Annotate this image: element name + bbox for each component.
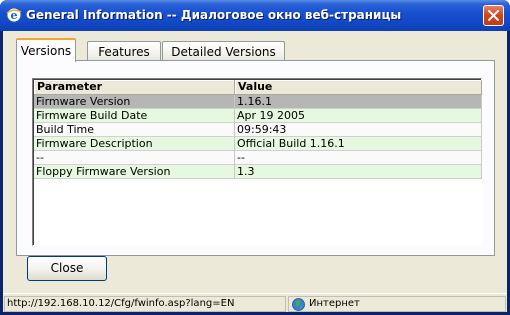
table-header: Parameter Value (34, 80, 482, 95)
cell-value: Apr 19 2005 (235, 109, 482, 123)
table-row[interactable]: Floppy Firmware Version 1.3 (34, 165, 482, 179)
table-body: Firmware Version 1.16.1 Firmware Build D… (34, 95, 482, 179)
versions-table[interactable]: Parameter Value Firmware Version 1.16.1 … (32, 78, 482, 246)
title-bar[interactable]: e General Information -- Диалоговое окно… (0, 0, 510, 31)
tab-label: Features (98, 45, 150, 59)
tab-label: Detailed Versions (171, 45, 276, 59)
cell-parameter: Firmware Description (34, 137, 235, 151)
ie-icon: e (6, 7, 22, 23)
cell-parameter: Firmware Version (34, 95, 235, 109)
close-button[interactable]: Close (27, 256, 107, 281)
tab-versions[interactable]: Versions (16, 38, 76, 62)
table-row[interactable]: Firmware Version 1.16.1 (34, 95, 482, 109)
window-close-button[interactable] (483, 5, 504, 26)
tab-features[interactable]: Features (87, 41, 161, 61)
cell-value: 1.16.1 (235, 95, 482, 109)
dialog-window: e General Information -- Диалоговое окно… (0, 0, 510, 315)
cell-parameter: Firmware Build Date (34, 109, 235, 123)
tab-panel-versions: Parameter Value Firmware Version 1.16.1 … (16, 60, 495, 256)
zone-label: Интернет (309, 298, 360, 309)
column-header-value[interactable]: Value (235, 80, 482, 95)
table-row[interactable]: Firmware Build Date Apr 19 2005 (34, 109, 482, 123)
cell-value: 1.3 (235, 165, 482, 179)
table-row[interactable]: Build Time 09:59:43 (34, 123, 482, 137)
dialog-body: Versions Features Detailed Versions Para… (3, 31, 507, 293)
cell-value: Official Build 1.16.1 (235, 137, 482, 151)
status-url: http://192.168.10.12/Cfg/fwinfo.asp?lang… (4, 296, 286, 312)
cell-parameter: -- (34, 151, 235, 165)
globe-icon (292, 298, 305, 311)
cell-value: -- (235, 151, 482, 165)
cell-parameter: Build Time (34, 123, 235, 137)
window-title: General Information -- Диалоговое окно в… (26, 8, 402, 22)
table-row[interactable]: Firmware Description Official Build 1.16… (34, 137, 482, 151)
close-icon (488, 10, 499, 21)
tab-detailed-versions[interactable]: Detailed Versions (162, 41, 285, 61)
cell-value: 09:59:43 (235, 123, 482, 137)
table-row[interactable]: -- -- (34, 151, 482, 165)
security-zone[interactable]: Интернет (288, 296, 506, 312)
tab-label: Versions (20, 44, 72, 58)
cell-parameter: Floppy Firmware Version (34, 165, 235, 179)
status-bar: http://192.168.10.12/Cfg/fwinfo.asp?lang… (3, 293, 507, 312)
column-header-parameter[interactable]: Parameter (34, 80, 235, 95)
